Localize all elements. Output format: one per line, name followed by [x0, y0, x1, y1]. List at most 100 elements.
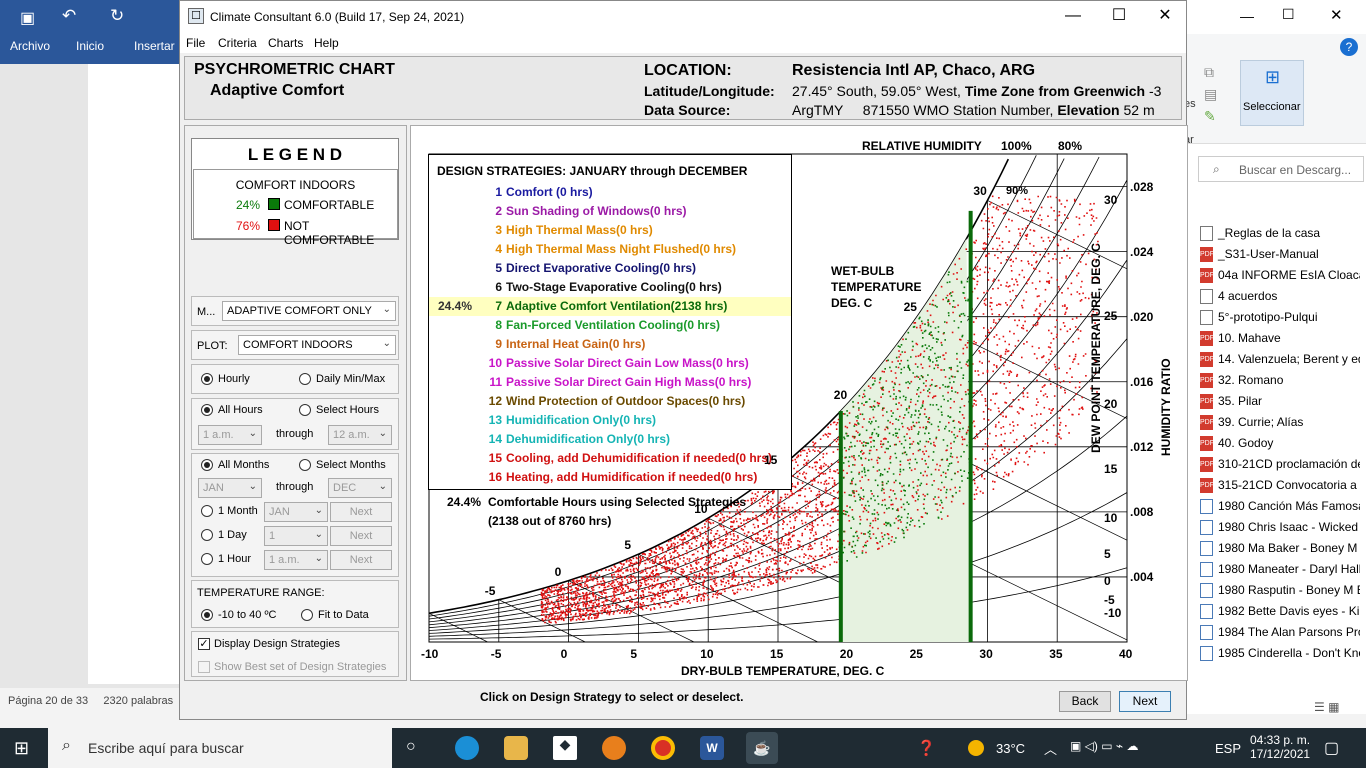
next-day-button[interactable]: Next	[330, 526, 392, 546]
task-view-icon[interactable]: ○	[406, 738, 416, 756]
menu-charts[interactable]: Charts	[268, 36, 303, 50]
notification-icon[interactable]: ▢	[1324, 738, 1339, 758]
strategy-item[interactable]: 2 Sun Shading of Windows(0 hrs)	[429, 202, 791, 221]
next-month-button[interactable]: Next	[330, 502, 392, 522]
strategy-item[interactable]: 14 Dehumidification Only(0 hrs)	[429, 430, 791, 449]
hourly-radio[interactable]: Hourly	[201, 373, 250, 386]
list-item[interactable]: PDF 32. Romano	[1200, 373, 1360, 393]
one-day-select[interactable]: 1 ⌄	[264, 526, 328, 546]
strategy-item[interactable]: 9 Internal Heat Gain(0 hrs)	[429, 335, 791, 354]
select-button[interactable]: ⊞ Seleccionar	[1240, 60, 1304, 126]
all-hours-radio[interactable]: All Hours	[201, 404, 263, 417]
all-months-radio[interactable]: All Months	[201, 459, 269, 472]
strategy-item[interactable]: 15 Cooling, add Dehumidification if neede…	[429, 449, 791, 468]
view-details-icon[interactable]: ☰ ▦	[1314, 700, 1339, 714]
select-months-radio[interactable]: Select Months	[299, 459, 386, 472]
list-item[interactable]: 5°-prototipo-Pulqui	[1200, 310, 1360, 330]
file-explorer-icon[interactable]	[504, 736, 528, 760]
strategy-item[interactable]: 1 Comfort (0 hrs)	[429, 183, 791, 202]
back-button[interactable]: Back	[1059, 691, 1111, 712]
document-icon[interactable]: ▤	[1204, 86, 1217, 103]
strategy-item[interactable]: 24.4% 7 Adaptive Comfort Ventilation(2138 …	[429, 297, 791, 316]
clock[interactable]: 04:33 p. m. 17/12/2021	[1250, 733, 1310, 761]
strategy-item[interactable]: 13 Humidification Only(0 hrs)	[429, 411, 791, 430]
strategy-item[interactable]: 8 Fan-Forced Ventilation Cooling(0 hrs)	[429, 316, 791, 335]
list-item[interactable]: 1980 Canción Más Famosa	[1200, 499, 1360, 519]
strategy-item[interactable]: 5 Direct Evaporative Cooling(0 hrs)	[429, 259, 791, 278]
language-indicator[interactable]: ESP	[1215, 741, 1241, 756]
java-icon[interactable]: ☕	[746, 732, 778, 764]
daily-radio[interactable]: Daily Min/Max	[299, 373, 385, 386]
list-item[interactable]: 1980 Maneater - Daryl Hall	[1200, 562, 1360, 582]
one-month-select[interactable]: JAN ⌄	[264, 502, 328, 522]
list-item[interactable]: PDF 310-21CD proclamación de	[1200, 457, 1360, 477]
month-to-select[interactable]: DEC ⌄	[328, 478, 392, 498]
menu-help[interactable]: Help	[314, 36, 339, 50]
list-item[interactable]: 1980 Rasputin - Boney M E	[1200, 583, 1360, 603]
strategy-item[interactable]: 11 Passive Solar Direct Gain High Mass(0 …	[429, 373, 791, 392]
save-icon[interactable]: ▣	[20, 8, 35, 28]
strategy-item[interactable]: 12 Wind Protection of Outdoor Spaces(0 hr…	[429, 392, 791, 411]
list-item[interactable]: 1984 The Alan Parsons Proj	[1200, 625, 1360, 645]
next-hour-button[interactable]: Next	[330, 550, 392, 570]
plot-select[interactable]: COMFORT INDOORS ⌄	[238, 335, 396, 355]
select-hours-radio[interactable]: Select Hours	[299, 404, 379, 417]
strategy-item[interactable]: 16 Heating, add Humidification if needed(…	[429, 468, 791, 487]
menu-file[interactable]: File	[186, 36, 205, 50]
chrome-icon[interactable]	[651, 736, 675, 760]
maximize-icon[interactable]: ☐	[1282, 6, 1295, 23]
list-item[interactable]: PDF 40. Godoy	[1200, 436, 1360, 456]
help-tray-icon[interactable]: ❓	[917, 739, 936, 757]
windows-start-icon[interactable]: ⊞	[14, 738, 29, 759]
maximize-button[interactable]: ☐	[1096, 1, 1142, 33]
close-icon[interactable]: ✕	[1330, 6, 1343, 24]
word-icon[interactable]: W	[700, 736, 724, 760]
next-button[interactable]: Next	[1119, 691, 1171, 712]
show-best-checkbox[interactable]: Show Best set of Design Strategies	[198, 661, 386, 674]
taskbar-search-input[interactable]: ⌕ Escribe aquí para buscar	[48, 728, 392, 768]
one-hour-select[interactable]: 1 a.m. ⌄	[264, 550, 328, 570]
list-item[interactable]: 4 acuerdos	[1200, 289, 1360, 309]
undo-icon[interactable]: ↶	[62, 6, 76, 26]
display-ds-checkbox[interactable]: ✓ Display Design Strategies	[198, 638, 340, 651]
minimize-icon[interactable]: —	[1240, 8, 1254, 24]
strategy-item[interactable]: 4 High Thermal Mass Night Flushed(0 hrs)	[429, 240, 791, 259]
one-day-radio[interactable]: 1 Day	[201, 529, 247, 542]
list-item[interactable]: PDF 04a INFORME EsIA Cloacas	[1200, 268, 1360, 288]
menu-criteria[interactable]: Criteria	[218, 36, 257, 50]
hour-from-select[interactable]: 1 a.m. ⌄	[198, 425, 262, 445]
range-radio-1[interactable]: -10 to 40 ºC	[201, 609, 276, 622]
tab-insertar[interactable]: Insertar	[134, 39, 175, 53]
redo-icon[interactable]: ↻	[110, 6, 124, 26]
list-item[interactable]: PDF 39. Currie; Alías	[1200, 415, 1360, 435]
close-button[interactable]: ✕	[1142, 1, 1188, 33]
list-item[interactable]: 1980 Chris Isaac - Wicked G	[1200, 520, 1360, 540]
range-radio-2[interactable]: Fit to Data	[301, 609, 369, 622]
list-item[interactable]: PDF 315-21CD Convocatoria a E	[1200, 478, 1360, 498]
list-item[interactable]: PDF 35. Pilar	[1200, 394, 1360, 414]
list-item[interactable]: PDF 14. Valenzuela; Berent y equ	[1200, 352, 1360, 372]
hour-to-select[interactable]: 12 a.m. ⌄	[328, 425, 392, 445]
strategy-item[interactable]: 6 Two-Stage Evaporative Cooling(0 hrs)	[429, 278, 791, 297]
weather-temp[interactable]: 33°C	[996, 741, 1025, 756]
list-item[interactable]: _Reglas de la casa	[1200, 226, 1360, 246]
month-from-select[interactable]: JAN ⌄	[198, 478, 262, 498]
tab-archivo[interactable]: Archivo	[10, 39, 50, 53]
edge-icon[interactable]	[455, 736, 479, 760]
strategy-item[interactable]: 3 High Thermal Mass(0 hrs)	[429, 221, 791, 240]
model-select[interactable]: ADAPTIVE COMFORT ONLY ⌄	[222, 301, 396, 321]
list-item[interactable]: PDF _S31-User-Manual	[1200, 247, 1360, 267]
minimize-button[interactable]: —	[1050, 1, 1096, 33]
strategy-item[interactable]: 10 Passive Solar Direct Gain Low Mass(0 h…	[429, 354, 791, 373]
help-icon[interactable]: ?	[1340, 38, 1358, 56]
app-icon-orange[interactable]	[602, 736, 626, 760]
edit-icon[interactable]: ✎	[1204, 108, 1216, 125]
list-item[interactable]: PDF 10. Mahave	[1200, 331, 1360, 351]
tray-chevron-icon[interactable]: ︿	[1044, 739, 1057, 758]
tray-icons[interactable]: ▣ ◁) ▭ ⌁ ☁	[1070, 739, 1138, 753]
dropbox-icon[interactable]: ◆	[553, 736, 577, 760]
weather-icon[interactable]	[968, 740, 984, 756]
list-item[interactable]: 1982 Bette Davis eyes - Kim	[1200, 604, 1360, 624]
list-item[interactable]: 1985 Cinderella - Don't Kno	[1200, 646, 1360, 666]
tab-inicio[interactable]: Inicio	[76, 39, 104, 53]
